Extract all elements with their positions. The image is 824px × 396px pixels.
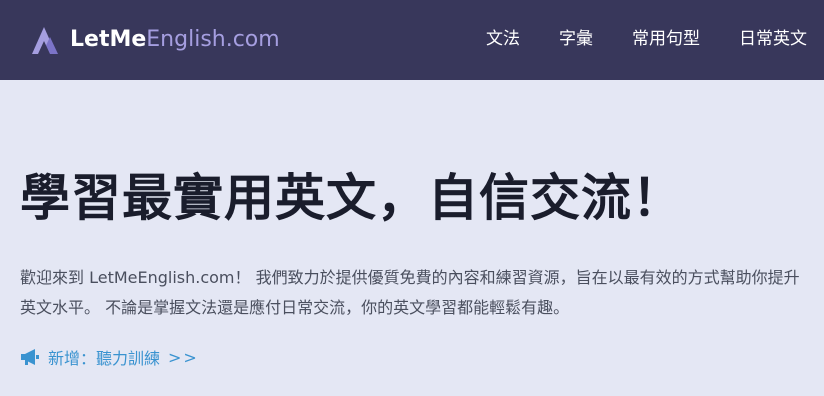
intro-paragraph: 歡迎來到 LetMeEnglish.com！ 我們致力於提供優質免費的內容和練習…	[20, 268, 800, 317]
announcement-label: 新增：聽力訓練	[48, 349, 161, 368]
announcement-arrows: >>	[168, 347, 199, 367]
logo-triangle-icon	[32, 27, 58, 54]
megaphone-icon	[21, 349, 39, 365]
logo-text-secondary: English.com	[146, 27, 280, 52]
nav-item-daily-english[interactable]: 日常英文	[739, 24, 807, 54]
main-nav: 文法 字彙 常用句型 日常英文	[486, 24, 807, 54]
nav-item-sentence-patterns[interactable]: 常用句型	[632, 24, 700, 54]
nav-item-grammar[interactable]: 文法	[486, 24, 520, 54]
logo-text-primary: LetMe	[70, 27, 147, 52]
hero-title: 學習最實用英文，自信交流！	[20, 169, 683, 227]
site-logo[interactable]: LetMeEnglish.com	[28, 22, 280, 58]
site-header: LetMeEnglish.com 文法 字彙 常用句型 日常英文	[0, 0, 824, 80]
nav-item-vocabulary[interactable]: 字彙	[559, 24, 593, 54]
logo-text: LetMeEnglish.com	[70, 22, 280, 58]
listening-training-link[interactable]: 新增：聽力訓練 >>	[20, 345, 199, 369]
